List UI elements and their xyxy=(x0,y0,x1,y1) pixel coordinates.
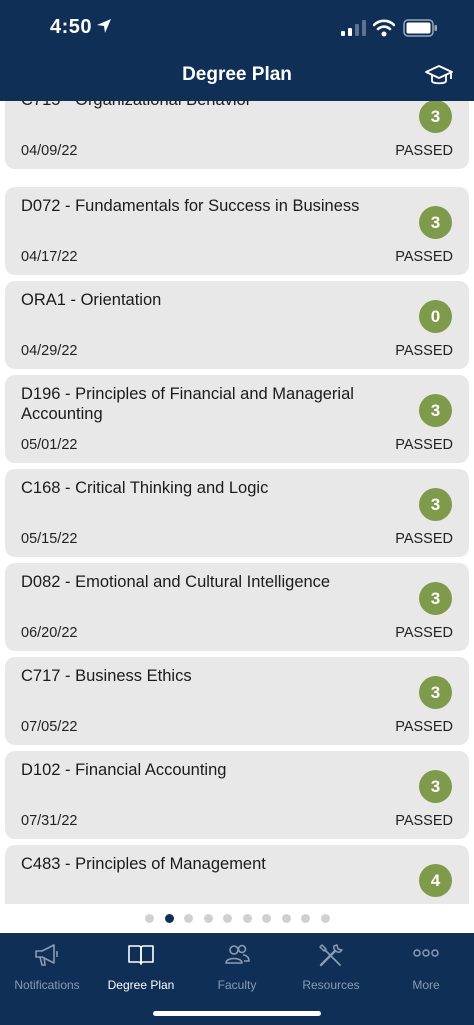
page-dot-active[interactable] xyxy=(164,914,174,923)
page-dot[interactable] xyxy=(242,914,252,923)
course-card[interactable]: D102 - Financial Accounting 3 07/31/22 P… xyxy=(5,751,469,839)
course-status: PASSED xyxy=(395,343,453,359)
units-badge: 4 xyxy=(419,864,452,897)
course-date: 05/01/22 xyxy=(21,437,78,453)
course-status: PASSED xyxy=(395,813,453,829)
units-badge: 3 xyxy=(419,582,452,615)
course-status: PASSED xyxy=(395,143,453,159)
units-badge: 3 xyxy=(419,101,452,133)
status-time: 4:50 xyxy=(50,16,93,38)
course-status: PASSED xyxy=(395,719,453,735)
course-title: C168 - Critical Thinking and Logic xyxy=(21,479,269,497)
signal-icon xyxy=(341,20,366,36)
tab-more[interactable]: More xyxy=(379,941,473,997)
course-title: D082 - Emotional and Cultural Intelligen… xyxy=(21,573,331,591)
course-card[interactable]: D072 - Fundamentals for Success in Busin… xyxy=(5,187,469,275)
course-title: C483 - Principles of Management xyxy=(21,855,266,873)
course-status: PASSED xyxy=(395,249,453,265)
wifi-icon xyxy=(373,19,395,37)
course-card[interactable]: C483 - Principles of Management 4 xyxy=(5,845,469,904)
page-dot[interactable] xyxy=(184,914,193,923)
units-badge: 0 xyxy=(419,300,452,333)
home-indicator[interactable] xyxy=(153,1011,321,1016)
course-date: 04/29/22 xyxy=(21,343,78,359)
course-date: 04/17/22 xyxy=(21,249,78,265)
tab-label: Notifications xyxy=(14,978,80,992)
units-badge: 3 xyxy=(419,206,452,239)
course-title: D196 - Principles of Financial and Manag… xyxy=(21,385,354,423)
course-title: D072 - Fundamentals for Success in Busin… xyxy=(21,197,360,215)
more-dots-icon xyxy=(413,949,439,957)
course-card[interactable]: C168 - Critical Thinking and Logic 3 05/… xyxy=(5,469,469,557)
tab-notifications[interactable]: Notifications xyxy=(0,941,94,997)
course-card[interactable]: D196 - Principles of Financial and Manag… xyxy=(5,375,469,463)
course-card[interactable]: D082 - Emotional and Cultural Intelligen… xyxy=(5,563,469,651)
location-arrow-icon xyxy=(97,19,111,33)
page-dot[interactable] xyxy=(320,914,330,923)
tab-label: Degree Plan xyxy=(107,978,175,992)
course-date: 04/09/22 xyxy=(21,143,78,159)
course-title: C715 - Organizational Behavior xyxy=(21,101,393,110)
course-title: D102 - Financial Accounting xyxy=(21,761,227,779)
battery-icon xyxy=(403,19,437,37)
megaphone-icon xyxy=(35,944,58,966)
page-dot[interactable] xyxy=(203,914,213,923)
page-dot[interactable] xyxy=(301,914,310,923)
page-dot[interactable] xyxy=(223,914,232,923)
course-status: PASSED xyxy=(395,625,453,641)
tab-resources[interactable]: Resources xyxy=(284,941,378,997)
course-status: PASSED xyxy=(395,437,453,453)
units-badge: 3 xyxy=(419,676,452,709)
course-card[interactable]: ORA1 - Orientation 0 04/29/22 PASSED xyxy=(5,281,469,369)
page-dot[interactable] xyxy=(145,914,154,923)
course-date: 07/05/22 xyxy=(21,719,78,735)
graduation-cap-icon[interactable] xyxy=(424,63,454,89)
page-title: Degree Plan xyxy=(182,64,292,85)
course-title: C717 - Business Ethics xyxy=(21,667,192,685)
people-icon xyxy=(225,944,250,964)
course-title: ORA1 - Orientation xyxy=(21,291,162,309)
tab-label: Resources xyxy=(302,978,360,992)
course-list[interactable]: C715 - Organizational Behavior 3 04/09/2… xyxy=(0,101,474,904)
page-dot[interactable] xyxy=(281,914,291,923)
units-badge: 3 xyxy=(419,488,452,521)
tab-faculty[interactable]: Faculty xyxy=(190,941,284,997)
course-date: 07/31/22 xyxy=(21,813,78,829)
tools-icon xyxy=(319,944,343,967)
units-badge: 3 xyxy=(419,770,452,803)
course-card[interactable]: C717 - Business Ethics 3 07/05/22 PASSED xyxy=(5,657,469,745)
book-icon xyxy=(128,945,154,965)
course-date: 05/15/22 xyxy=(21,531,78,547)
page-indicator[interactable] xyxy=(0,913,474,925)
course-card[interactable]: C715 - Organizational Behavior 3 04/09/2… xyxy=(5,101,469,169)
page-dot[interactable] xyxy=(262,914,271,923)
tab-degree-plan[interactable]: Degree Plan xyxy=(94,941,188,997)
units-badge: 3 xyxy=(419,394,452,427)
tab-label: Faculty xyxy=(217,978,257,992)
tab-label: More xyxy=(412,978,440,992)
course-status: PASSED xyxy=(395,531,453,547)
course-date: 06/20/22 xyxy=(21,625,78,641)
top-bar: 4:50 Degree Plan xyxy=(0,0,474,101)
